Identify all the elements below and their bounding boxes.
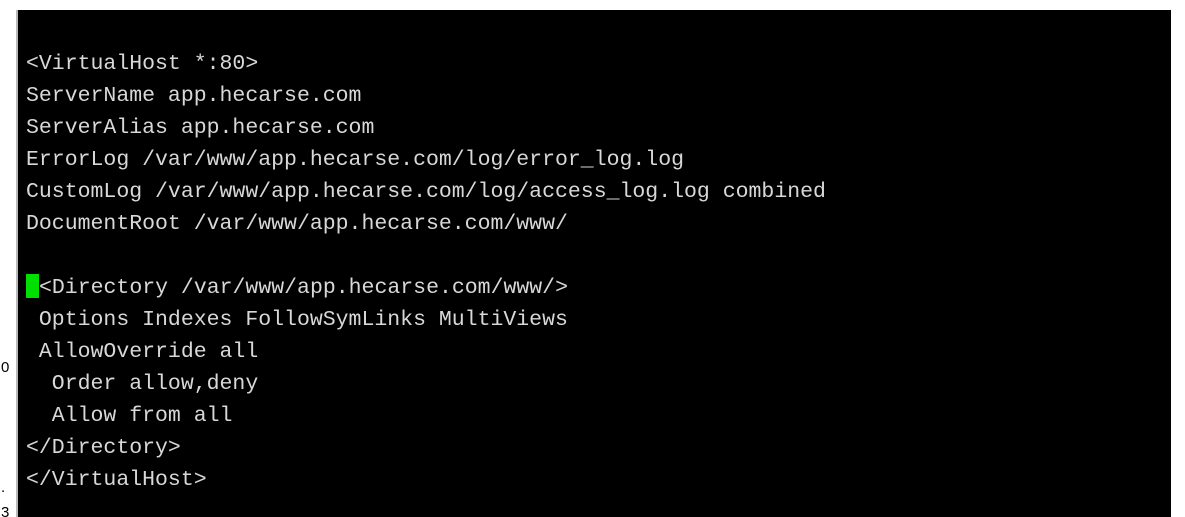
terminal-line: Order allow,deny <box>26 372 259 396</box>
terminal-line: </VirtualHost> <box>26 468 207 492</box>
terminal-window[interactable]: <VirtualHost *:80> ServerName app.hecars… <box>16 10 1171 517</box>
terminal-line: CustomLog /var/www/app.hecarse.com/log/a… <box>26 180 826 204</box>
terminal-line-with-cursor: <Directory /var/www/app.hecarse.com/www/… <box>26 272 826 304</box>
terminal-line: DocumentRoot /var/www/app.hecarse.com/ww… <box>26 212 568 236</box>
terminal-line: Options Indexes FollowSymLinks MultiView… <box>26 308 568 332</box>
terminal-line: </Directory> <box>26 436 181 460</box>
terminal-line: ErrorLog /var/www/app.hecarse.com/log/er… <box>26 148 685 172</box>
left-edge-strip: 0 . 3 <box>0 0 16 517</box>
terminal-line: ServerName app.hecarse.com <box>26 84 362 108</box>
left-edge-fragment: 3 <box>1 504 10 517</box>
left-edge-fragment: . <box>1 479 6 496</box>
left-edge-fragment: 0 <box>1 359 10 376</box>
terminal-line-text: <Directory /var/www/app.hecarse.com/www/… <box>39 276 568 300</box>
terminal-line: <VirtualHost *:80> <box>26 52 259 76</box>
terminal-line: AllowOverride all <box>26 340 259 364</box>
terminal-line: Allow from all <box>26 404 233 428</box>
text-cursor <box>26 274 39 298</box>
screenshot-stage: 0 . 3 <VirtualHost *:80> ServerName app.… <box>0 0 1185 517</box>
terminal-text-area[interactable]: <VirtualHost *:80> ServerName app.hecars… <box>26 48 826 496</box>
terminal-line: ServerAlias app.hecarse.com <box>26 116 375 140</box>
